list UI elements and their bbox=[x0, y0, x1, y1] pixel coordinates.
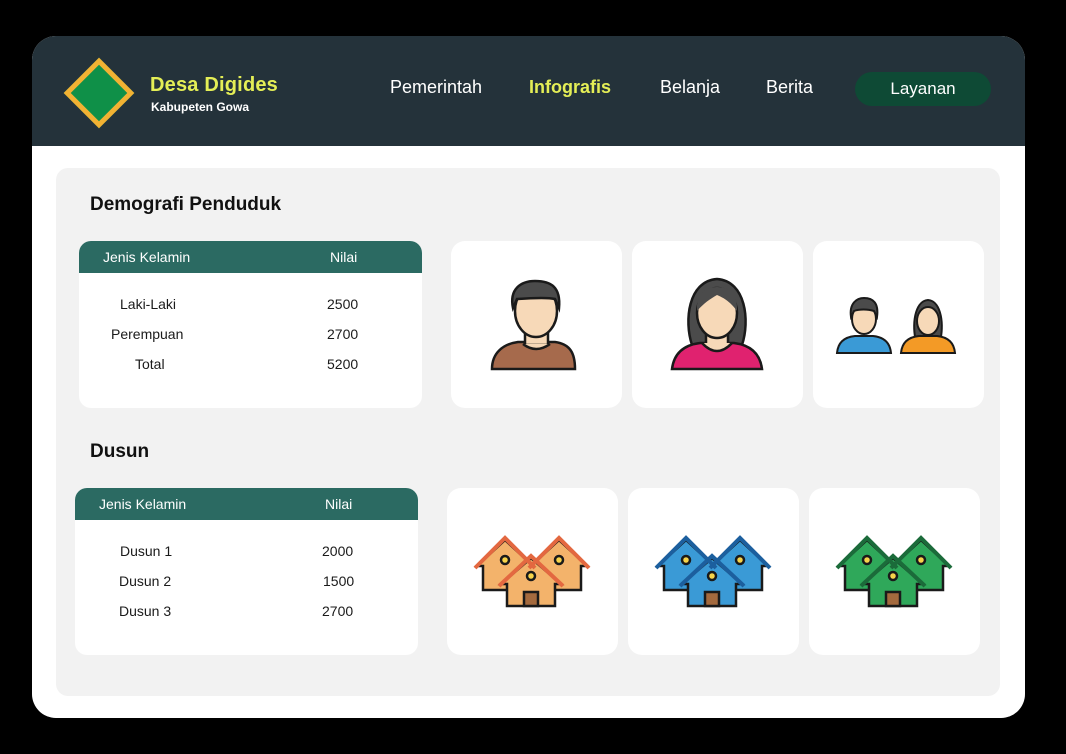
nav-item-berita[interactable]: Berita bbox=[766, 77, 813, 98]
table-header: Jenis Kelamin Nilai bbox=[79, 241, 422, 273]
dusun-3-card[interactable] bbox=[809, 488, 980, 655]
nav-item-belanja[interactable]: Belanja bbox=[660, 77, 720, 98]
top-navbar: Desa Digides Kabupeten Gowa Pemerintah I… bbox=[32, 36, 1025, 146]
table-header: Jenis Kelamin Nilai bbox=[75, 488, 418, 520]
houses-orange-icon bbox=[473, 535, 591, 608]
dusun-table: Jenis Kelamin Nilai Dusun 1 2000 Dusun 2… bbox=[75, 488, 418, 655]
couple-icon bbox=[835, 296, 957, 354]
column-header-jenis-kelamin: Jenis Kelamin bbox=[103, 249, 191, 265]
brand-title[interactable]: Desa Digides bbox=[150, 74, 278, 97]
nav-item-infografis[interactable]: Infografis bbox=[529, 77, 611, 98]
dusun-1-card[interactable] bbox=[447, 488, 618, 655]
row-value: 2700 bbox=[327, 326, 359, 342]
diamond-logo-icon[interactable] bbox=[63, 57, 135, 129]
column-header-nilai: Nilai bbox=[330, 249, 358, 265]
dusun-title: Dusun bbox=[90, 441, 150, 462]
row-label: Total bbox=[135, 356, 165, 372]
row-value: 2700 bbox=[322, 603, 354, 619]
dusun-2-card[interactable] bbox=[628, 488, 799, 655]
layanan-button[interactable]: Layanan bbox=[855, 72, 991, 106]
demografi-title: Demografi Penduduk bbox=[90, 194, 282, 215]
row-label: Laki-Laki bbox=[120, 296, 177, 312]
man-icon bbox=[490, 279, 577, 371]
couple-card[interactable] bbox=[813, 241, 984, 408]
app-window: Desa Digides Kabupeten Gowa Pemerintah I… bbox=[32, 36, 1025, 718]
row-label: Perempuan bbox=[111, 326, 184, 342]
row-value: 1500 bbox=[323, 573, 355, 589]
row-label: Dusun 2 bbox=[119, 573, 172, 589]
nav-item-pemerintah[interactable]: Pemerintah bbox=[390, 77, 482, 98]
row-value: 2000 bbox=[322, 543, 354, 559]
houses-green-icon bbox=[835, 535, 953, 608]
demografi-table: Jenis Kelamin Nilai Laki-Laki 2500 Perem… bbox=[79, 241, 422, 408]
column-header-nilai: Nilai bbox=[325, 496, 353, 512]
column-header-jenis-kelamin: Jenis Kelamin bbox=[99, 496, 187, 512]
woman-card[interactable] bbox=[632, 241, 803, 408]
row-label: Dusun 3 bbox=[119, 603, 172, 619]
content-panel: Demografi Penduduk Jenis Kelamin Nilai L… bbox=[56, 168, 1000, 696]
row-value: 2500 bbox=[327, 296, 359, 312]
row-value: 5200 bbox=[327, 356, 359, 372]
houses-blue-icon bbox=[654, 535, 772, 608]
brand-subtitle: Kabupeten Gowa bbox=[151, 100, 250, 114]
row-label: Dusun 1 bbox=[120, 543, 173, 559]
man-card[interactable] bbox=[451, 241, 622, 408]
woman-icon bbox=[670, 277, 764, 371]
